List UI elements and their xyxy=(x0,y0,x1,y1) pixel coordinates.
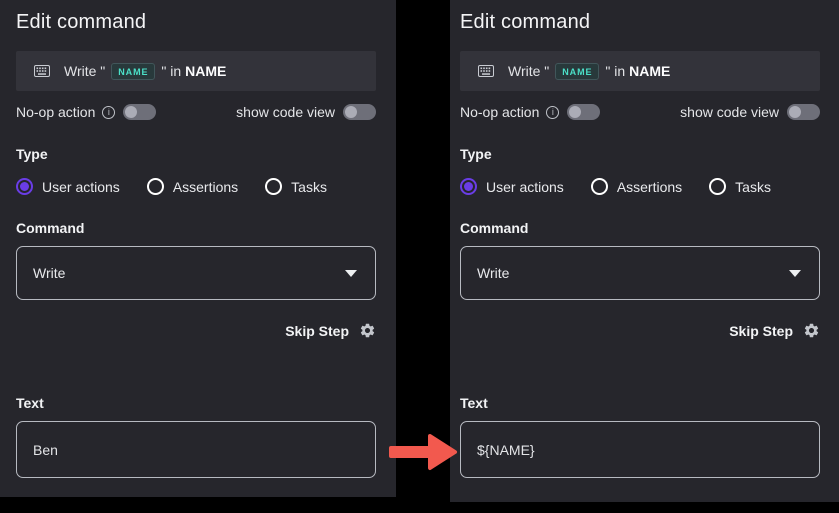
edit-command-dialog-before: Edit command Write " NAME " in NAME No-o… xyxy=(0,0,396,497)
radio-assertions[interactable]: Assertions xyxy=(591,178,682,195)
code-view-label: show code view xyxy=(236,104,335,120)
variable-badge: NAME xyxy=(555,63,599,80)
toggles-row: No-op action i show code view xyxy=(460,104,820,120)
command-summary: Write " NAME " in NAME xyxy=(16,51,376,91)
code-view-group: show code view xyxy=(680,104,820,120)
radio-user-actions[interactable]: User actions xyxy=(460,178,564,195)
type-label: Type xyxy=(460,146,820,163)
command-select[interactable]: Write xyxy=(16,246,376,300)
skip-step-label: Skip Step xyxy=(729,323,793,339)
radio-icon xyxy=(591,178,608,195)
noop-label: No-op action xyxy=(16,104,95,120)
info-icon[interactable]: i xyxy=(102,106,115,119)
skip-step-row: Skip Step xyxy=(16,322,376,339)
command-label: Command xyxy=(460,220,820,237)
summary-target: NAME xyxy=(629,63,670,79)
noop-toggle[interactable] xyxy=(123,104,156,120)
edit-command-dialog-after: Edit command Write " NAME " in NAME No-o… xyxy=(450,0,839,502)
toggle-knob xyxy=(569,106,581,118)
type-radio-group: User actions Assertions Tasks xyxy=(16,178,376,195)
info-icon[interactable]: i xyxy=(546,106,559,119)
keyboard-icon xyxy=(478,65,494,77)
noop-group: No-op action i xyxy=(16,104,156,120)
summary-target: NAME xyxy=(185,63,226,79)
radio-icon xyxy=(265,178,282,195)
noop-label: No-op action xyxy=(460,104,539,120)
radio-tasks[interactable]: Tasks xyxy=(709,178,771,195)
command-summary: Write " NAME " in NAME xyxy=(460,51,820,91)
radio-assertions[interactable]: Assertions xyxy=(147,178,238,195)
skip-step-label: Skip Step xyxy=(285,323,349,339)
code-view-toggle[interactable] xyxy=(787,104,820,120)
radio-label: Tasks xyxy=(291,179,327,195)
dialog-title: Edit command xyxy=(460,9,820,35)
command-select[interactable]: Write xyxy=(460,246,820,300)
code-view-label: show code view xyxy=(680,104,779,120)
dialog-title: Edit command xyxy=(16,9,376,35)
type-label: Type xyxy=(16,146,376,163)
radio-icon xyxy=(16,178,33,195)
gear-icon[interactable] xyxy=(803,322,820,339)
right-arrow-icon xyxy=(389,433,459,471)
summary-middle: " in xyxy=(161,63,181,79)
summary-prefix: Write " xyxy=(64,63,105,79)
radio-label: Assertions xyxy=(173,179,238,195)
summary-prefix: Write " xyxy=(508,63,549,79)
radio-label: Assertions xyxy=(617,179,682,195)
text-input[interactable] xyxy=(16,421,376,478)
toggle-knob xyxy=(345,106,357,118)
gear-icon[interactable] xyxy=(359,322,376,339)
radio-tasks[interactable]: Tasks xyxy=(265,178,327,195)
comparison-canvas: { "colors": { "page_bg": "#000000", "pan… xyxy=(0,0,839,513)
keyboard-icon xyxy=(34,65,50,77)
noop-toggle[interactable] xyxy=(567,104,600,120)
radio-label: Tasks xyxy=(735,179,771,195)
text-label: Text xyxy=(16,395,376,412)
text-label: Text xyxy=(460,395,820,412)
toggles-row: No-op action i show code view xyxy=(16,104,376,120)
toggle-knob xyxy=(125,106,137,118)
radio-label: User actions xyxy=(486,179,564,195)
noop-group: No-op action i xyxy=(460,104,600,120)
chevron-down-icon xyxy=(789,270,801,277)
radio-icon xyxy=(147,178,164,195)
radio-user-actions[interactable]: User actions xyxy=(16,178,120,195)
command-label: Command xyxy=(16,220,376,237)
summary-middle: " in xyxy=(605,63,625,79)
radio-icon xyxy=(460,178,477,195)
command-select-value: Write xyxy=(33,265,65,281)
code-view-toggle[interactable] xyxy=(343,104,376,120)
radio-label: User actions xyxy=(42,179,120,195)
text-input[interactable] xyxy=(460,421,820,478)
toggle-knob xyxy=(789,106,801,118)
type-radio-group: User actions Assertions Tasks xyxy=(460,178,820,195)
chevron-down-icon xyxy=(345,270,357,277)
variable-badge: NAME xyxy=(111,63,155,80)
radio-icon xyxy=(709,178,726,195)
code-view-group: show code view xyxy=(236,104,376,120)
command-select-value: Write xyxy=(477,265,509,281)
skip-step-row: Skip Step xyxy=(460,322,820,339)
